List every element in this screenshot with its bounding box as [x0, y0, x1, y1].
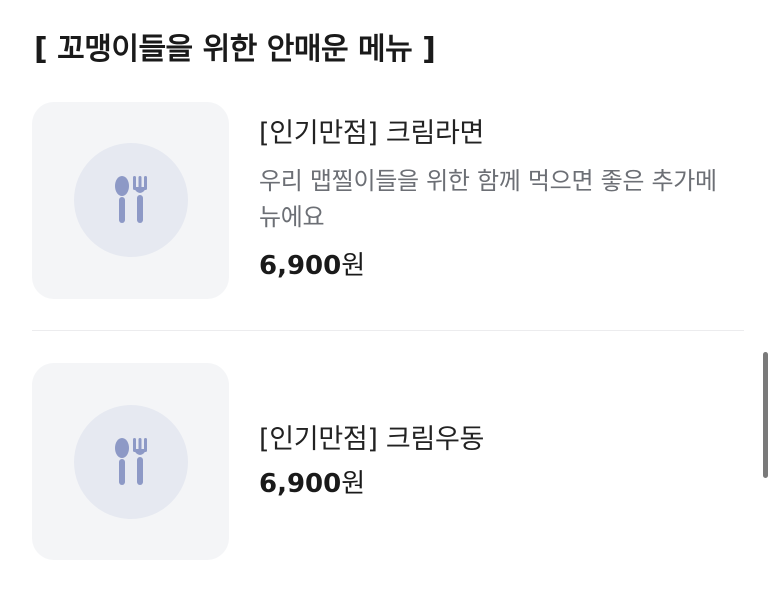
utensils-icon [114, 176, 147, 223]
menu-item-thumbnail [32, 363, 229, 560]
menu-item-price: 6,900원 [259, 249, 729, 283]
scrollbar[interactable] [763, 352, 768, 478]
divider [32, 330, 744, 331]
menu-item-thumbnail [32, 101, 229, 299]
menu-item-name: [인기만점] 크림우동 [259, 423, 485, 455]
price-value: 6,900 [259, 251, 342, 281]
utensils-icon [114, 437, 147, 485]
menu-item-price: 6,900원 [259, 467, 484, 501]
menu-item-description: 우리 맵찔이들을 위한 함께 먹으면 좋은 추가메뉴에요 [259, 167, 717, 231]
placeholder-circle [73, 404, 188, 519]
menu-item-info: [인기만점] 크림라면 우리 맵찔이들을 위한 함께 먹으면 좋은 추가메뉴에요… [259, 117, 729, 283]
menu-item-cream-ramen[interactable]: [인기만점] 크림라면 우리 맵찔이들을 위한 함께 먹으면 좋은 추가메뉴에요… [32, 101, 744, 299]
price-value: 6,900 [259, 468, 342, 499]
section-title: [ 꼬맹이들을 위한 안매운 메뉴 ] [34, 32, 436, 67]
placeholder-circle [73, 143, 188, 257]
price-currency: 원 [341, 468, 366, 499]
menu-item-name: [인기만점] 크림라면 [259, 118, 485, 149]
price-currency: 원 [341, 251, 366, 281]
menu-item-info: [인기만점] 크림우동 6,900원 [259, 423, 484, 501]
menu-item-cream-udon[interactable]: [인기만점] 크림우동 6,900원 [32, 363, 744, 560]
